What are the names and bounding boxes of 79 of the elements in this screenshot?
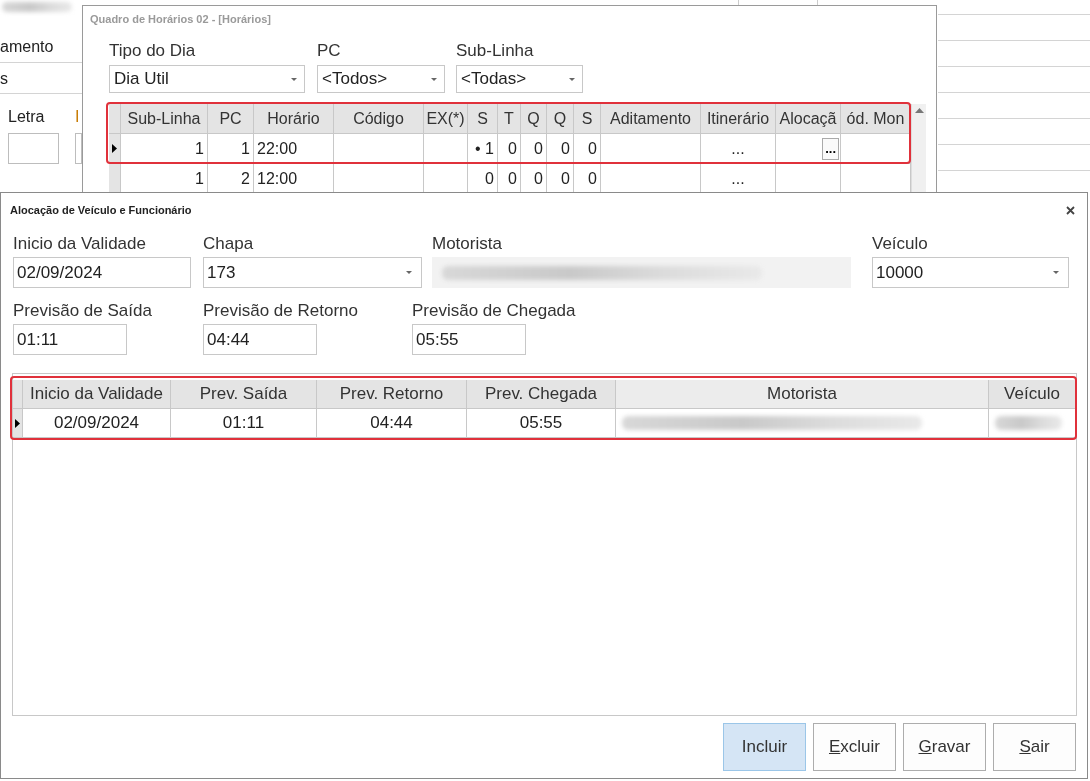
letter-field[interactable] [8,133,59,164]
field-label: Inicio da Validade [13,233,146,255]
table-cell: 0 [574,134,601,164]
filter-label: Tipo do Dia [109,41,197,61]
field-label: Previsão de Saída [13,300,152,322]
text-field[interactable]: 04:44 [203,324,317,355]
text-field[interactable]: 01:11 [13,324,127,355]
table-cell: ... [701,134,776,164]
dialog-button[interactable]: Excluir [813,723,896,771]
filter-dropdown[interactable]: Dia Util [109,65,305,93]
column-header[interactable]: ód. Mon [841,104,911,134]
row-header-cell[interactable] [109,164,121,194]
table-cell: 1 [208,134,254,164]
column-header[interactable]: Sub-Linha [121,104,208,134]
row-header-cell [109,104,121,134]
dialog-button[interactable]: Incluir [723,723,806,771]
column-header[interactable]: Alocaçã [776,104,841,134]
table-cell: 0 [521,134,547,164]
filter-dropdown[interactable]: <Todos> [317,65,445,93]
row-header-cell[interactable] [109,134,121,164]
dialog-button[interactable]: Sair [993,723,1076,771]
filter-dropdown[interactable]: <Todas> [456,65,583,93]
field-label: amento [0,38,54,56]
table-cell: 02/09/2024 [23,409,171,438]
field-label: Motorista [432,233,502,255]
column-header[interactable]: Horário [254,104,334,134]
column-header[interactable]: Veículo [989,380,1076,409]
column-header[interactable]: Prev. Retorno [317,380,467,409]
text-field[interactable]: 05:55 [412,324,526,355]
field-label: Chapa [203,233,254,255]
column-header[interactable]: Motorista [616,380,989,409]
column-header[interactable]: Prev. Saída [171,380,317,409]
field-label: Veículo [872,233,928,255]
column-header[interactable]: Inicio da Validade [23,380,171,409]
dropdown-field[interactable]: 10000 [872,257,1069,288]
dropdown-caret-icon[interactable] [568,76,576,82]
dropdown-field[interactable]: 173 [203,257,422,288]
dropdown-caret-icon[interactable] [405,270,413,275]
column-header[interactable]: Aditamento [601,104,701,134]
close-icon[interactable] [1066,205,1075,215]
column-header[interactable]: S [468,104,498,134]
column-header[interactable]: Código [334,104,424,134]
blurred-text [2,2,72,12]
column-header[interactable]: Q [547,104,574,134]
dropdown-caret-icon[interactable] [430,76,438,82]
text-field[interactable] [75,133,82,164]
column-header[interactable]: T [498,104,521,134]
scrollbar[interactable] [911,104,926,194]
field-label: Previsão de Retorno [203,300,358,322]
column-header[interactable]: S [574,104,601,134]
blurred-text [995,416,1062,430]
column-header[interactable]: EX(*) [424,104,468,134]
field-label: Letra [8,108,45,126]
table-cell: 04:44 [317,409,467,438]
field-label: I [75,108,80,126]
field-label: Previsão de Chegada [412,300,576,322]
window-title: Quadro de Horários 02 - [Horários] [89,12,272,27]
dialog-button[interactable]: Gravar [903,723,986,771]
ellipsis-button[interactable]: ... [822,137,839,160]
dropdown-caret-icon[interactable] [290,76,298,82]
row-header-cell[interactable] [13,409,23,438]
table-cell: 0 [498,134,521,164]
table-cell: 22:00 [254,134,334,164]
filter-label: PC [317,41,342,61]
column-header[interactable]: Itinerário [701,104,776,134]
table-cell: 01:11 [171,409,317,438]
scroll-up-icon[interactable] [914,108,924,113]
column-header[interactable]: PC [208,104,254,134]
table-cell: 0 [547,134,574,164]
column-header[interactable]: Q [521,104,547,134]
table-cell: • 1 [468,134,498,164]
field-value: s [0,70,8,88]
column-header[interactable]: Prev. Chegada [467,380,616,409]
dialog-title: Alocação de Veículo e Funcionário [10,204,192,216]
table-cell: 1 [121,134,208,164]
filter-label: Sub-Linha [456,41,535,61]
dropdown-caret-icon[interactable] [1052,270,1060,275]
table-cell: 05:55 [467,409,616,438]
text-field[interactable]: 02/09/2024 [13,257,191,288]
